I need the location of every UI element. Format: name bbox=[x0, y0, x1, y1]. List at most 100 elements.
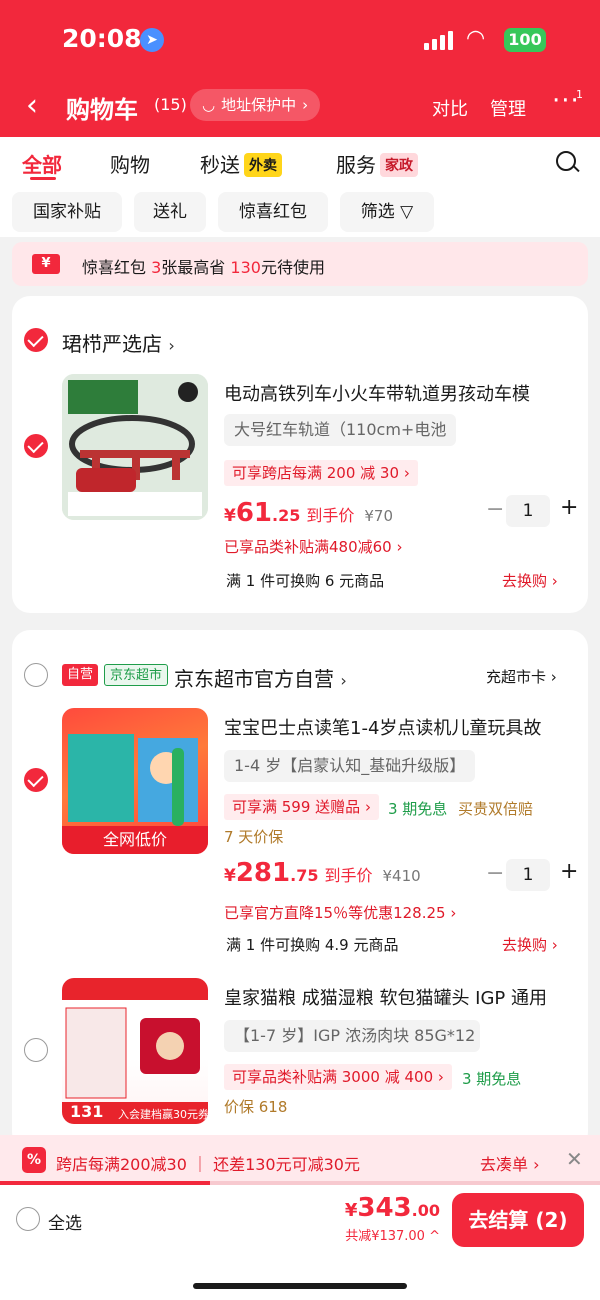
plus-icon[interactable]: + bbox=[560, 495, 578, 520]
select-all-checkbox[interactable] bbox=[16, 1207, 40, 1231]
promo-tag[interactable]: 可享品类补贴满 3000 减 400 › bbox=[224, 1064, 452, 1090]
wifi-icon: ◠ bbox=[466, 26, 486, 51]
shop-checkbox[interactable] bbox=[24, 663, 48, 687]
quantity-stepper: − 1 + bbox=[486, 859, 578, 891]
minus-icon[interactable]: − bbox=[486, 861, 504, 886]
subsidy-info[interactable]: 已享品类补贴满480减60 › bbox=[224, 536, 403, 557]
chevron-right-icon: › bbox=[403, 464, 410, 482]
checkout-button[interactable]: 去结算 (2) bbox=[452, 1193, 584, 1247]
swap-link[interactable]: 去换购 › bbox=[502, 570, 558, 591]
product-spec-selector[interactable]: 1-4 岁【启蒙认知_基础升级版】 bbox=[224, 750, 476, 782]
price-protect-tag: 7 天价保 bbox=[224, 828, 284, 846]
product-thumbnail[interactable]: 全网低价 bbox=[62, 708, 208, 854]
redpacket-amount: 130 bbox=[230, 258, 261, 277]
swap-link-label: 去换购 bbox=[502, 936, 548, 954]
select-all-label[interactable]: 全选 bbox=[48, 1209, 82, 1234]
installment-tag: 3 期免息 bbox=[388, 800, 448, 818]
tab-label: 购物 bbox=[110, 153, 150, 177]
promo-bar-text: 跨店每满200减30 ｜ 还差130元可减30元 bbox=[56, 1155, 360, 1174]
tab-services[interactable]: 服务 家政 bbox=[336, 149, 418, 178]
more-badge: 1 bbox=[576, 88, 583, 101]
home-indicator bbox=[193, 1283, 407, 1289]
supermarket-card-link[interactable]: 充超市卡 › bbox=[486, 666, 557, 687]
item-checkbox[interactable] bbox=[24, 1038, 48, 1062]
quantity-field[interactable]: 1 bbox=[506, 859, 550, 891]
smile-icon: ◡ bbox=[202, 96, 216, 114]
quantity-stepper: − 1 + bbox=[486, 495, 578, 527]
chevron-right-icon: › bbox=[450, 904, 457, 922]
chevron-right-icon: › bbox=[302, 96, 309, 114]
chevron-right-icon: › bbox=[396, 538, 403, 556]
product-spec-label: 1-4 岁【启蒙认知_基础升级版】 bbox=[234, 756, 466, 775]
promo-tag[interactable]: 可享满 599 送赠品 › bbox=[224, 794, 379, 820]
category-tabs: 全部 购物 秒送 外卖 服务 家政 bbox=[0, 137, 600, 187]
compare-button[interactable]: 对比 bbox=[432, 95, 468, 121]
chevron-right-icon: › bbox=[364, 798, 371, 816]
filter-button[interactable]: 筛选 ▽ bbox=[340, 192, 434, 232]
funnel-icon: ▽ bbox=[400, 202, 414, 222]
thumbnail-price: 131 bbox=[70, 1102, 104, 1121]
shop-name[interactable]: 京东超市官方自营 › bbox=[174, 663, 347, 692]
plus-icon[interactable]: + bbox=[560, 859, 578, 884]
swap-info: 满 1 件可换购 6 元商品 bbox=[226, 572, 385, 590]
price-guarantee-tag: 买贵双倍赔 bbox=[458, 800, 534, 818]
cellular-signal-icon bbox=[424, 30, 453, 50]
total-saved-label: 共减¥137.00 bbox=[345, 1229, 425, 1244]
price-label: 到手价 bbox=[324, 866, 373, 885]
subsidy-label: 已享品类补贴满480减60 bbox=[224, 538, 392, 556]
percent-icon: % bbox=[22, 1147, 46, 1173]
item-checkbox[interactable] bbox=[24, 768, 48, 792]
product-thumbnail[interactable]: 131 入会建档赢30元券 bbox=[62, 978, 208, 1124]
jd-supermarket-badge: 京东超市 bbox=[104, 664, 169, 686]
promo-label: 可享满 599 送赠品 bbox=[232, 798, 361, 816]
product-title[interactable]: 宝宝巴士点读笔1-4岁点读机儿童玩具故 bbox=[224, 714, 580, 740]
tab-quick-delivery[interactable]: 秒送 外卖 bbox=[200, 149, 282, 178]
checkout-bar: 全选 ¥343.00 共减¥137.00 ^ 去结算 (2) bbox=[0, 1185, 600, 1300]
shop-checkbox[interactable] bbox=[24, 328, 48, 352]
product-spec-selector[interactable]: 【1-7 岁】IGP 浓汤肉块 85G*12 bbox=[224, 1020, 480, 1052]
item-checkbox[interactable] bbox=[24, 434, 48, 458]
supermarket-card-label: 充超市卡 bbox=[486, 668, 547, 686]
total-integer: 343 bbox=[357, 1193, 412, 1223]
cart-count: (15) bbox=[154, 95, 187, 114]
discount-info[interactable]: 已享官方直降15％等优惠128.25 › bbox=[224, 902, 456, 923]
filter-surprise-redpacket[interactable]: 惊喜红包 bbox=[218, 192, 328, 232]
address-protection-button[interactable]: ◡ 地址保护中 › bbox=[190, 89, 321, 121]
promo-label: 可享跨店每满 200 减 30 bbox=[232, 464, 400, 482]
manage-button[interactable]: 管理 bbox=[490, 95, 526, 121]
redpacket-count: 3 bbox=[151, 258, 162, 277]
search-icon[interactable] bbox=[556, 151, 576, 171]
filter-label: 筛选 bbox=[360, 202, 395, 222]
tab-label: 全部 bbox=[22, 153, 62, 177]
product-thumbnail[interactable] bbox=[62, 374, 208, 520]
chevron-right-icon: › bbox=[550, 668, 557, 686]
shop-card-1: 珺栉严选店 › 电动高铁列车小火车带轨道男孩动车模 大号红车轨道（110cm+电… bbox=[12, 296, 588, 613]
minus-icon[interactable]: − bbox=[486, 497, 504, 522]
swap-link[interactable]: 去换购 › bbox=[502, 934, 558, 955]
chevron-right-icon: › bbox=[551, 572, 558, 590]
close-icon[interactable]: ✕ bbox=[566, 1147, 583, 1171]
product-spec-label: 【1-7 岁】IGP 浓汤肉块 85G*12 bbox=[234, 1026, 476, 1045]
page-title: 购物车 bbox=[66, 96, 138, 124]
tab-shopping[interactable]: 购物 bbox=[110, 149, 150, 178]
quantity-field[interactable]: 1 bbox=[506, 495, 550, 527]
location-arrow-icon: ➤ bbox=[140, 28, 164, 52]
price-decimal: .25 bbox=[272, 506, 301, 525]
filter-national-subsidy[interactable]: 国家补贴 bbox=[12, 192, 122, 232]
price-decimal: .75 bbox=[290, 866, 319, 885]
product-title[interactable]: 皇家猫粮 成猫湿粮 软包猫罐头 IGP 通用 bbox=[224, 984, 580, 1010]
redpacket-banner[interactable]: ¥ 惊喜红包 3张最高省 130元待使用 bbox=[12, 242, 588, 286]
shop-name[interactable]: 珺栉严选店 › bbox=[62, 328, 175, 357]
filter-gift[interactable]: 送礼 bbox=[134, 192, 206, 232]
promo-tag[interactable]: 可享跨店每满 200 减 30 › bbox=[224, 460, 418, 486]
back-arrow-icon[interactable]: ‹ bbox=[26, 88, 38, 123]
add-items-link[interactable]: 去凑单 › bbox=[480, 1151, 540, 1175]
chevron-up-icon: ^ bbox=[429, 1229, 440, 1244]
tab-all[interactable]: 全部 bbox=[22, 149, 62, 178]
tab-badge: 外卖 bbox=[244, 153, 282, 177]
tab-badge: 家政 bbox=[380, 153, 418, 177]
total-saved[interactable]: 共减¥137.00 ^ bbox=[340, 1225, 440, 1244]
shop-name-label: 京东超市官方自营 bbox=[174, 667, 334, 691]
product-title[interactable]: 电动高铁列车小火车带轨道男孩动车模 bbox=[224, 380, 580, 406]
product-spec-selector[interactable]: 大号红车轨道（110cm+电池 bbox=[224, 414, 457, 446]
